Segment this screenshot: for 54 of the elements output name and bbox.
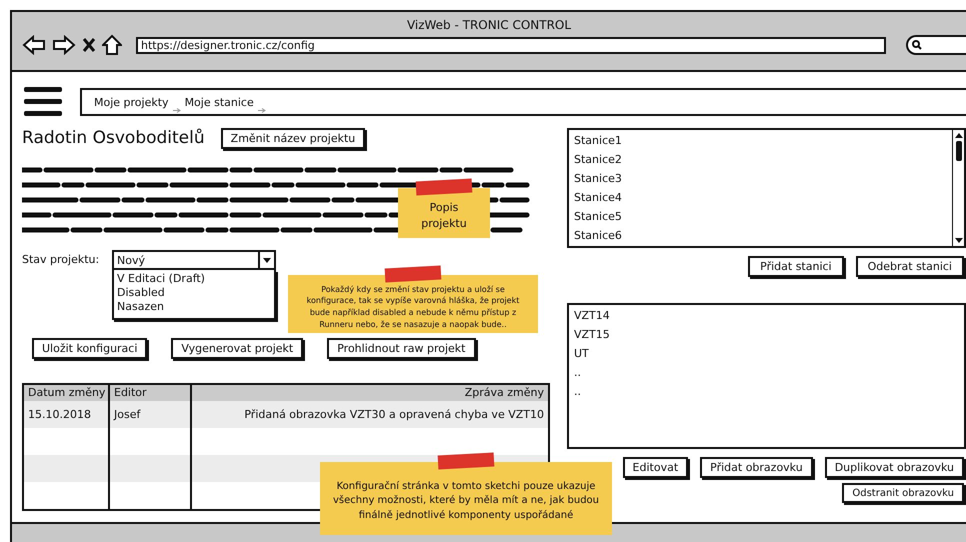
screen-button[interactable]: Přidat obrazovku — [700, 457, 813, 478]
tape-strip — [438, 452, 494, 470]
action-button[interactable]: Prohlidnout raw projekt — [327, 338, 476, 359]
arrow-icon — [258, 108, 266, 113]
list-item[interactable]: Stanice6 — [574, 226, 947, 245]
table-cell: Přidaná obrazovka VZT30 a opravená chyba ve VZT10 — [190, 401, 548, 428]
list-item[interactable]: Stanice3 — [574, 169, 947, 188]
status-label: Stav projektu: — [22, 252, 100, 268]
screen-button[interactable]: Editovat — [622, 457, 688, 478]
back-icon[interactable] — [22, 35, 46, 55]
dropdown-option[interactable]: Nasazen — [117, 300, 271, 314]
home-icon[interactable] — [102, 34, 122, 56]
dropdown-value: Nový — [117, 254, 145, 266]
column-header: Zpráva změny — [190, 385, 548, 401]
note-text: Konfigurační stránka v tomto sketchi pouze ukazuje všechny možnosti, které by měla mít a ne, jak budou finálně jednotlivé komponenty uspořádané — [332, 480, 600, 523]
arrow-icon — [172, 108, 181, 113]
list-item[interactable]: UT — [574, 344, 959, 363]
table-cell: 15.10.2018 — [24, 401, 108, 428]
list-item[interactable]: VZT14 — [574, 306, 959, 325]
table-cell: Josef — [108, 401, 190, 428]
note-text: Pokaždý kdy se změní stav projektu a uloží se konfigurace, tak se vypíše varovná hláška, že projekt bude například disabled a nebude k němu přístup z Runneru nebo, že se nasazuje a naopak bude.. — [306, 284, 520, 330]
note-text: Popis projektu — [420, 200, 468, 232]
dropdown-option[interactable]: V Editaci (Draft) — [117, 272, 271, 286]
tape-strip — [416, 178, 472, 196]
action-button[interactable]: Vygenerovat projekt — [171, 338, 304, 359]
project-title: Radotin Osvoboditelů — [22, 128, 205, 148]
list-item[interactable]: Stanice2 — [574, 150, 947, 169]
forward-icon[interactable] — [52, 35, 76, 55]
caret-icon — [258, 252, 274, 268]
menu-icon[interactable] — [24, 86, 62, 118]
list-item[interactable]: Stanice5 — [574, 207, 947, 226]
url-field[interactable]: https://designer.tronic.cz/config — [136, 36, 886, 54]
list-item[interactable]: .. — [574, 363, 959, 382]
search-icon — [912, 40, 922, 50]
station-button[interactable]: Odebrat stanici — [856, 256, 964, 277]
status-dropdown[interactable]: Nový — [112, 250, 276, 270]
delete-screen-button[interactable]: Odstranit obrazovku — [842, 483, 964, 503]
close-icon[interactable] — [82, 37, 96, 53]
dropdown-option[interactable]: Disabled — [117, 286, 271, 300]
nav-link[interactable]: Moje stanice — [184, 96, 254, 108]
list-item[interactable]: .. — [574, 382, 959, 401]
rename-button[interactable]: Změnit název projektu — [220, 128, 366, 148]
list-item[interactable]: Stanice1 — [574, 131, 947, 150]
search-field[interactable] — [906, 35, 966, 55]
action-button[interactable]: Uložit konfiguraci — [32, 338, 148, 359]
list-item[interactable]: Stanice4 — [574, 188, 947, 207]
station-button[interactable]: Přidat stanici — [748, 256, 844, 277]
column-header: Datum změny — [24, 385, 108, 401]
list-item[interactable]: VZT15 — [574, 325, 959, 344]
tape-strip — [384, 266, 442, 282]
screen-button[interactable]: Duplikovat obrazovku — [824, 457, 964, 478]
nav-link[interactable]: Moje projekty — [94, 96, 169, 108]
window-title: VizWeb - TRONIC CONTROL — [406, 17, 572, 34]
column-header: Editor — [108, 385, 190, 401]
